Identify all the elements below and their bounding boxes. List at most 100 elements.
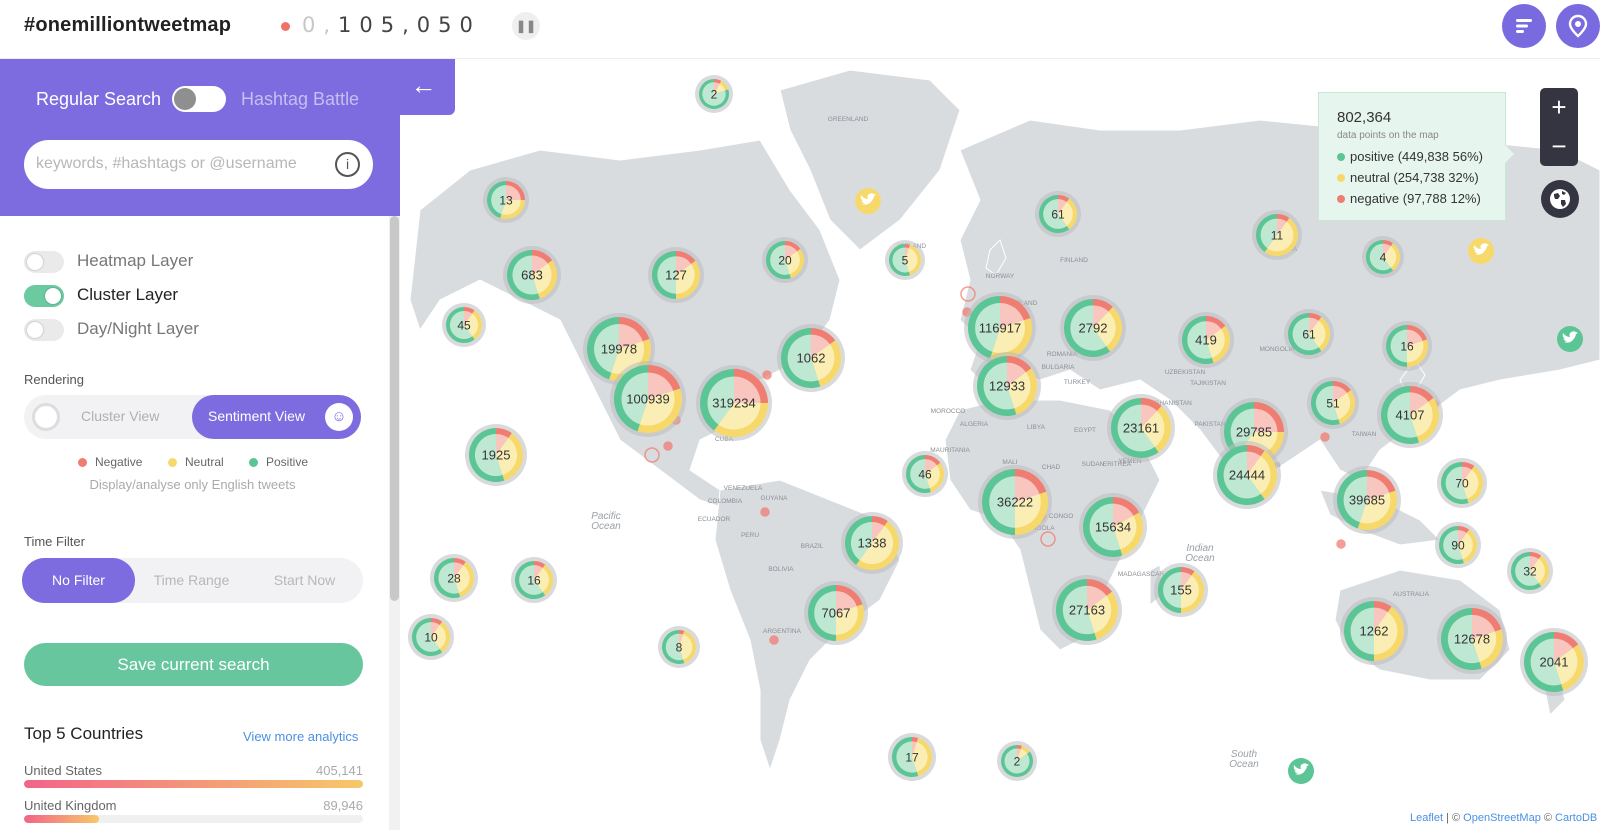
- heatmap-switch[interactable]: [24, 251, 64, 273]
- place-label: TAJIKISTAN: [1190, 380, 1226, 387]
- cluster-view-option[interactable]: Cluster View: [81, 408, 159, 424]
- time-range-option[interactable]: Time Range: [135, 558, 248, 603]
- tweet-cluster[interactable]: 46: [902, 451, 948, 497]
- tweet-cluster[interactable]: 11: [1252, 210, 1302, 260]
- tweet-cluster[interactable]: 28: [430, 554, 478, 602]
- tweet-cluster[interactable]: 51: [1307, 377, 1359, 429]
- view-analytics-link[interactable]: View more analytics: [243, 729, 358, 744]
- tweet-cluster[interactable]: 419: [1178, 312, 1234, 368]
- neutral-dot-icon: [168, 458, 177, 467]
- tweet-cluster[interactable]: 61: [1284, 309, 1334, 359]
- tweet-cluster[interactable]: 319234: [696, 365, 772, 441]
- place-label: AUSTRALIA: [1393, 591, 1430, 598]
- tweet-cluster[interactable]: 155: [1154, 563, 1208, 617]
- tweet-cluster[interactable]: 13: [483, 177, 529, 223]
- tweet-cluster[interactable]: 4107: [1377, 382, 1443, 448]
- place-label: MALI: [1002, 459, 1017, 466]
- tweet-cluster[interactable]: 61: [1035, 191, 1081, 237]
- cluster-count: 16: [527, 574, 541, 588]
- tweet-cluster[interactable]: 1338: [841, 512, 903, 574]
- cluster-count: 90: [1451, 539, 1465, 553]
- tweet-cluster[interactable]: 2: [997, 741, 1037, 781]
- scrollbar-thumb[interactable]: [390, 216, 399, 601]
- tooltip-neutral-text: neutral (254,738 32%): [1350, 170, 1479, 185]
- pause-button[interactable]: ❚❚: [512, 12, 540, 40]
- cluster-count: 116917: [979, 321, 1021, 336]
- cluster-count: 1062: [797, 351, 826, 366]
- tweet-cluster[interactable]: 36222: [978, 465, 1052, 539]
- tweet-cluster[interactable]: 127: [648, 247, 704, 303]
- tweet-cluster[interactable]: 5: [885, 240, 925, 280]
- globe-button[interactable]: [1541, 180, 1579, 218]
- tweet-cluster[interactable]: 45: [442, 303, 486, 347]
- pause-icon: ❚❚: [515, 19, 537, 33]
- tweet-cluster[interactable]: 1062: [777, 324, 845, 392]
- tweet-cluster[interactable]: 1925: [465, 424, 527, 486]
- place-label: FINLAND: [1060, 257, 1088, 264]
- tweet-cluster[interactable]: 39685: [1333, 466, 1401, 534]
- tweet-cluster[interactable]: 4: [1362, 236, 1404, 278]
- tweet-cluster[interactable]: 1262: [1340, 597, 1408, 665]
- zoom-in-button[interactable]: +: [1540, 88, 1578, 127]
- search-mode-toggle[interactable]: [172, 86, 226, 112]
- cartodb-link[interactable]: CartoDB: [1555, 812, 1597, 824]
- menu-button[interactable]: [1502, 4, 1546, 48]
- sidebar-scrollbar[interactable]: [389, 216, 400, 830]
- tweet-cluster[interactable]: 15634: [1079, 493, 1147, 561]
- info-icon[interactable]: i: [335, 152, 360, 177]
- tweet-cluster[interactable]: 12678: [1437, 604, 1507, 674]
- hashtag-battle-label[interactable]: Hashtag Battle: [241, 89, 359, 110]
- tweet-cluster[interactable]: 16: [511, 557, 557, 603]
- cluster-count: 36222: [997, 495, 1033, 510]
- cluster-count: 100939: [626, 392, 669, 407]
- sentiment-view-option[interactable]: Sentiment View ☺: [192, 395, 361, 439]
- country-value: 89,946: [323, 798, 363, 813]
- tweet-cluster[interactable]: 24444: [1213, 441, 1281, 509]
- map-attribution: Leaflet | © OpenStreetMap © CartoDB: [1410, 812, 1597, 824]
- twitter-bird-icon[interactable]: [1468, 238, 1494, 264]
- collapse-panel-button[interactable]: ←: [392, 59, 455, 115]
- tweet-cluster[interactable]: 90: [1435, 522, 1481, 568]
- tweet-cluster[interactable]: 12933: [973, 352, 1041, 420]
- tweet-cluster[interactable]: 27163: [1052, 575, 1122, 645]
- place-label: SUDAN: [1082, 461, 1105, 468]
- tweet-cluster[interactable]: 100939: [610, 361, 686, 437]
- osm-link[interactable]: OpenStreetMap: [1463, 812, 1541, 824]
- counter-leading-zero: 0,: [302, 13, 339, 37]
- leaflet-link[interactable]: Leaflet: [1410, 812, 1443, 824]
- tweet-cluster[interactable]: 16: [1382, 321, 1432, 371]
- tweet-cluster[interactable]: 23161: [1107, 394, 1175, 462]
- no-filter-option[interactable]: No Filter: [22, 558, 135, 603]
- tweet-cluster[interactable]: 2: [695, 75, 733, 113]
- location-button[interactable]: [1556, 4, 1600, 48]
- tweet-cluster[interactable]: 683: [503, 246, 561, 304]
- day-night-switch[interactable]: [24, 319, 64, 341]
- search-input[interactable]: [36, 150, 326, 178]
- rendering-toggle[interactable]: Cluster View Sentiment View ☺: [24, 395, 361, 439]
- tweet-cluster[interactable]: 7067: [804, 581, 868, 645]
- tweet-cluster[interactable]: 20: [762, 237, 808, 283]
- tweet-cluster[interactable]: 2792: [1060, 295, 1126, 361]
- tweet-cluster[interactable]: 70: [1437, 458, 1487, 508]
- tweet-cluster[interactable]: 8: [658, 626, 700, 668]
- place-label: GUYANA: [761, 495, 789, 502]
- start-now-option[interactable]: Start Now: [248, 558, 361, 603]
- cluster-switch[interactable]: [24, 285, 64, 307]
- tweet-cluster[interactable]: 10: [408, 614, 454, 660]
- twitter-bird-icon[interactable]: [1288, 758, 1314, 784]
- time-filter-segment: No Filter Time Range Start Now: [22, 558, 363, 603]
- tweet-cluster[interactable]: 32: [1507, 548, 1553, 594]
- twitter-bird-icon[interactable]: [1557, 326, 1583, 352]
- place-label: CHAD: [1042, 464, 1061, 471]
- cluster-count: 155: [1170, 583, 1192, 598]
- regular-search-label[interactable]: Regular Search: [36, 89, 161, 110]
- twitter-bird-icon[interactable]: [855, 188, 881, 214]
- zoom-out-button[interactable]: −: [1540, 127, 1578, 166]
- positive-dot-icon: [1337, 153, 1345, 161]
- tweet-cluster[interactable]: 17: [888, 733, 936, 781]
- cluster-count: 20: [778, 254, 792, 268]
- tweet-cluster[interactable]: 2041: [1520, 628, 1588, 696]
- cluster-view-radio[interactable]: [32, 403, 60, 431]
- heatmap-layer-label: Heatmap Layer: [77, 251, 194, 270]
- save-search-button[interactable]: Save current search: [24, 643, 363, 686]
